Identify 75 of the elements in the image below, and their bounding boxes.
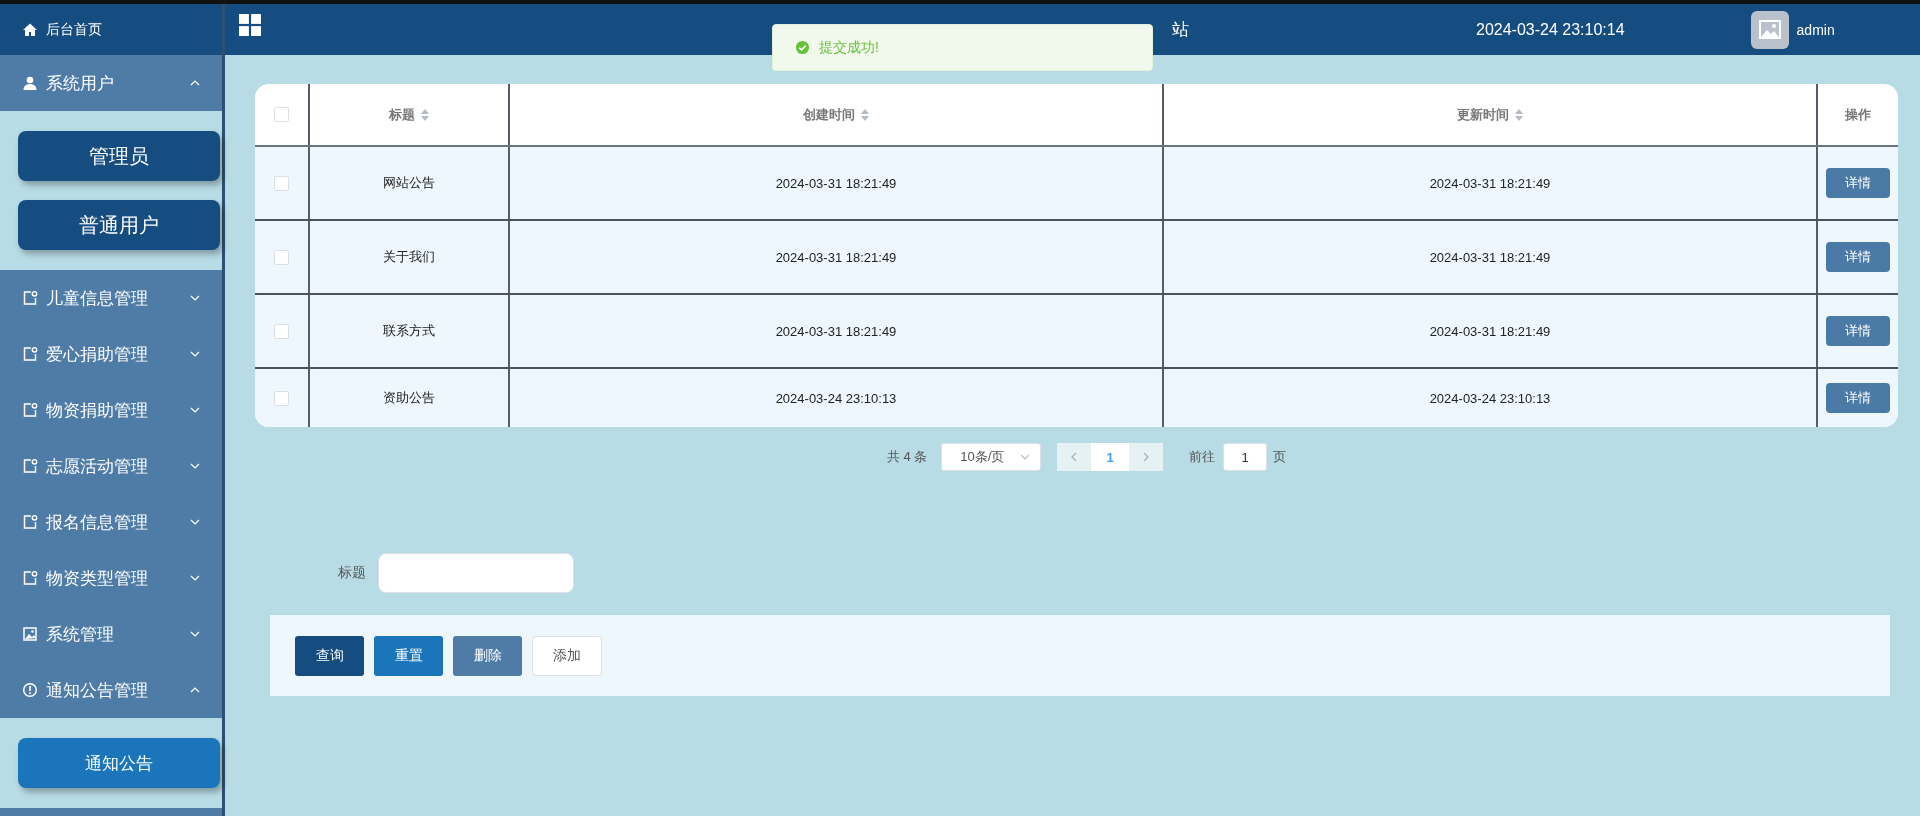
action-button[interactable]: 重置 [374,635,443,676]
document-icon [22,346,38,362]
chevron-down-icon [190,575,200,581]
page-size-select[interactable]: 10条/页 [941,443,1042,471]
row-checkbox[interactable] [274,323,289,339]
chevron-down-icon [190,295,200,301]
chevron-right-icon [1143,452,1150,462]
action-button[interactable]: 删除 [453,635,522,676]
table-cell: 2024-03-24 23:10:13 [775,390,897,406]
page-number[interactable]: 1 [1091,443,1130,471]
table-cell: 关于我们 [383,248,435,266]
total-count: 共 4 条 [886,448,928,466]
title-label: 标题 [338,564,366,582]
previous-page-button[interactable] [1057,443,1092,471]
chevron-down-icon [190,631,200,637]
page-unit: 页 [1273,448,1287,466]
chevron-down-icon [190,463,200,469]
details-button[interactable]: 详情 [1826,383,1890,413]
action-button[interactable]: 查询 [295,635,364,676]
next-page-button[interactable] [1129,443,1164,471]
goto-label: 前往 [1189,448,1216,466]
column-header[interactable]: 更新时间 [1457,105,1523,124]
check-circle-icon [795,40,810,55]
home-menu-item[interactable]: 后台首页 [0,4,222,55]
chevron-up-icon [190,80,200,86]
title-input-field[interactable] [378,553,574,593]
chevron-down-icon [190,519,200,525]
home-icon [22,21,38,38]
table-cell: 资助公告 [383,389,435,407]
table-cell: 2024-03-24 23:10:13 [1429,390,1551,406]
document-icon [22,290,38,306]
sort-icon [421,108,429,121]
table-cell: 2024-03-31 18:21:49 [1429,175,1551,191]
username[interactable]: admin [1796,21,1835,38]
table-cell: 网站公告 [383,174,435,192]
document-icon [22,570,38,586]
table-cell: 2024-03-31 18:21:49 [775,175,897,191]
table-cell: 2024-03-31 18:21:49 [775,249,897,265]
column-header[interactable]: 标题 [389,105,429,124]
row-checkbox[interactable] [274,175,289,191]
image-icon [22,626,38,642]
document-icon [22,458,38,474]
info-icon [22,682,38,698]
toast-message: 提交成功! [819,38,879,57]
details-button[interactable]: 详情 [1826,242,1890,272]
site-title: 站 [1172,19,1189,41]
submenu-item[interactable]: 管理员 [18,131,220,181]
table-cell: 2024-03-31 18:21:49 [1429,249,1551,265]
action-button[interactable]: 添加 [532,635,602,676]
chevron-up-icon [190,687,200,693]
document-icon [22,402,38,418]
select-all-checkbox[interactable] [274,107,289,122]
details-button[interactable]: 详情 [1826,316,1890,346]
table-cell: 联系方式 [383,322,435,340]
column-header[interactable]: 创建时间 [803,105,869,124]
details-button[interactable]: 详情 [1826,168,1890,198]
datetime: 2024-03-24 23:10:14 [1476,20,1625,39]
submenu-item[interactable]: 通知公告 [18,738,220,788]
document-icon [22,514,38,530]
chevron-down-icon [190,407,200,413]
avatar-image-icon[interactable] [1750,10,1789,49]
goto-page-field[interactable]: 1 [1223,443,1268,471]
row-checkbox[interactable] [274,390,289,406]
table-cell: 2024-03-31 18:21:49 [1429,323,1551,339]
user-icon [22,75,38,91]
table-cell: 2024-03-31 18:21:49 [775,323,897,339]
row-checkbox[interactable] [274,249,289,265]
submenu-item[interactable]: 普通用户 [18,200,220,250]
sort-icon [861,108,869,121]
grid-menu-icon[interactable] [239,14,261,36]
caret-icon [1020,454,1031,460]
sort-icon [1515,108,1523,121]
chevron-left-icon [1071,452,1078,462]
chevron-down-icon [190,351,200,357]
column-header: 操作 [1845,105,1871,124]
